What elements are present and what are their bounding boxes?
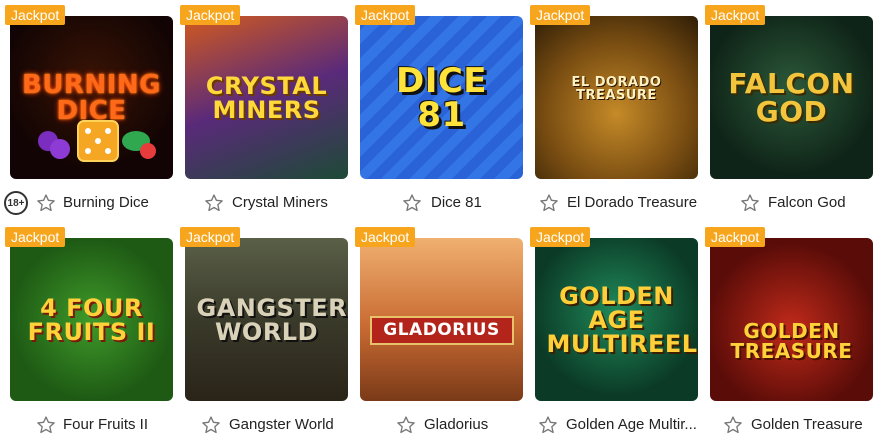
game-thumbnail[interactable]: DICE 81 bbox=[360, 16, 523, 179]
game-name[interactable]: Crystal Miners bbox=[232, 194, 328, 211]
game-meta: Gladorius bbox=[360, 414, 540, 438]
game-thumbnail[interactable]: 4 FOUR fruits II bbox=[10, 238, 173, 401]
game-thumbnail[interactable]: BURNING DICE bbox=[10, 16, 173, 179]
game-name[interactable]: Gladorius bbox=[424, 416, 488, 433]
game-thumbnail[interactable]: GLADORIUS bbox=[360, 238, 523, 401]
jackpot-badge: Jackpot bbox=[5, 5, 66, 25]
jackpot-badge: Jackpot bbox=[355, 5, 416, 25]
game-meta: El Dorado Treasure bbox=[535, 192, 715, 216]
game-art-title: GANGSTER WORLD bbox=[196, 293, 348, 346]
game-art-title: GOLDEN AGE MULTIREELS bbox=[546, 281, 699, 358]
game-art-title: 4 FOUR fruits II bbox=[27, 293, 156, 346]
jackpot-badge: Jackpot bbox=[180, 5, 241, 25]
game-art-title: GLADORIUS bbox=[369, 316, 514, 345]
jackpot-badge: Jackpot bbox=[355, 227, 416, 247]
game-art-title: FALCON GOD bbox=[728, 66, 855, 128]
star-icon[interactable] bbox=[402, 193, 422, 213]
game-thumbnail[interactable]: FALCON GOD bbox=[710, 16, 873, 179]
games-grid: BURNING DICE 18+ Burning Dice Jackpot Cr… bbox=[0, 0, 878, 441]
jackpot-badge: Jackpot bbox=[705, 5, 766, 25]
game-thumbnail[interactable]: EL DORADO TREASURE bbox=[535, 16, 698, 179]
game-name[interactable]: Gangster World bbox=[229, 416, 334, 433]
game-name[interactable]: Golden Treasure bbox=[751, 416, 863, 433]
game-meta: Dice 81 bbox=[360, 192, 540, 216]
game-thumbnail[interactable]: GOLDEN AGE MULTIREELS bbox=[535, 238, 698, 401]
fruit-dice-icon bbox=[38, 120, 156, 162]
game-art-title: GOLDEN TREASURE bbox=[730, 319, 853, 363]
star-icon[interactable] bbox=[539, 193, 559, 213]
game-thumbnail[interactable]: GANGSTER WORLD bbox=[185, 238, 348, 401]
star-icon[interactable] bbox=[723, 415, 743, 435]
game-thumbnail[interactable]: Crystal MINERS bbox=[185, 16, 348, 179]
jackpot-badge: Jackpot bbox=[530, 227, 591, 247]
game-name[interactable]: Burning Dice bbox=[63, 194, 149, 211]
star-icon[interactable] bbox=[396, 415, 416, 435]
jackpot-badge: Jackpot bbox=[705, 227, 766, 247]
game-meta: Crystal Miners bbox=[185, 192, 365, 216]
game-name[interactable]: Four Fruits II bbox=[63, 416, 148, 433]
game-name[interactable]: El Dorado Treasure bbox=[567, 194, 697, 211]
jackpot-badge: Jackpot bbox=[180, 227, 241, 247]
star-icon[interactable] bbox=[204, 193, 224, 213]
game-thumbnail[interactable]: GOLDEN TREASURE bbox=[710, 238, 873, 401]
game-meta: Gangster World bbox=[185, 414, 365, 438]
age-restriction-badge: 18+ bbox=[4, 191, 28, 215]
star-icon[interactable] bbox=[538, 415, 558, 435]
game-meta: Falcon God bbox=[710, 192, 878, 216]
jackpot-badge: Jackpot bbox=[530, 5, 591, 25]
game-meta: Four Fruits II bbox=[10, 414, 190, 438]
game-art-title: DICE 81 bbox=[395, 60, 488, 135]
game-meta: Golden Age Multir... bbox=[535, 414, 715, 438]
game-meta: 18+ Burning Dice bbox=[4, 191, 190, 216]
star-icon[interactable] bbox=[36, 415, 56, 435]
jackpot-badge: Jackpot bbox=[5, 227, 66, 247]
game-art-title: EL DORADO TREASURE bbox=[571, 75, 662, 103]
star-icon[interactable] bbox=[740, 193, 760, 213]
game-art-title: Crystal MINERS bbox=[205, 71, 328, 124]
game-name[interactable]: Golden Age Multir... bbox=[566, 416, 697, 433]
star-icon[interactable] bbox=[201, 415, 221, 435]
star-icon[interactable] bbox=[36, 193, 56, 213]
game-name[interactable]: Falcon God bbox=[768, 194, 846, 211]
game-name[interactable]: Dice 81 bbox=[431, 194, 482, 211]
game-meta: Golden Treasure bbox=[710, 414, 878, 438]
